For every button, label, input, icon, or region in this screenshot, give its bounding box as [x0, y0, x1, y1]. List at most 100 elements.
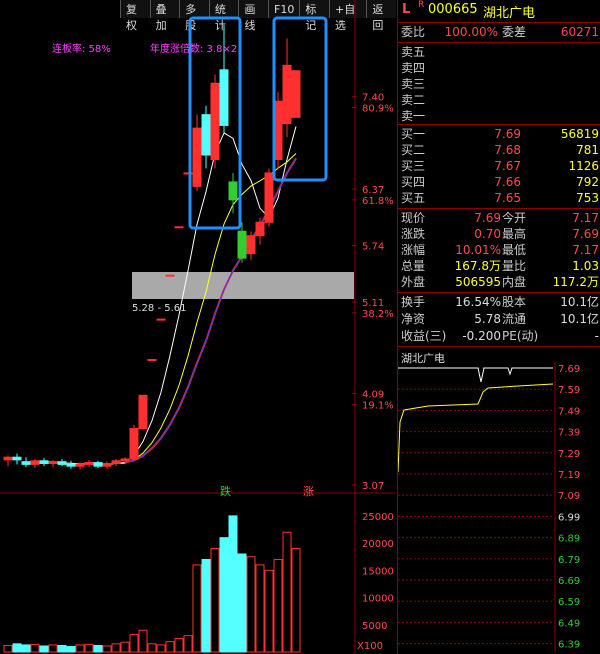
candle-body: [192, 127, 202, 187]
volume-bar: [210, 548, 220, 653]
volume-bar: [201, 558, 211, 653]
zone-label: 5.28 - 5.61: [132, 303, 187, 314]
intraday-axis-label: 6.59: [558, 597, 580, 608]
weicha-value: 60271: [560, 25, 599, 39]
volume-axis-label: 25000: [362, 512, 394, 523]
bid-volume: 753: [576, 191, 599, 205]
bid-price: 7.69: [494, 127, 521, 141]
bid-volume: 792: [576, 175, 599, 189]
intraday-axis-label: 6.89: [558, 534, 580, 545]
ask-label: 卖三: [401, 77, 426, 91]
candle-body: [21, 461, 31, 465]
volume-bar: [3, 644, 13, 653]
stat-label: 最低: [502, 243, 527, 257]
l-marker: L: [402, 2, 411, 17]
intraday-axis-label: 6.79: [558, 555, 580, 566]
intraday-axis-label: 6.99: [558, 512, 580, 523]
stat-value: 16.54%: [455, 295, 501, 309]
weicha-label: 委差: [502, 25, 527, 39]
volume-bar: [102, 645, 112, 653]
volume-bar: [291, 548, 301, 653]
kline-chart[interactable]: 7.4080.9% 6.3761.8% 5.74 5.1138.2% 4.0919.1%…: [0, 0, 396, 654]
volume-bar: [237, 553, 247, 653]
ask-row: 卖二: [398, 92, 600, 108]
candle-body: [201, 114, 211, 156]
volume-axis-label: 15000: [362, 566, 394, 577]
intraday-axis-label: 7.59: [558, 385, 580, 396]
candle-body: [84, 462, 94, 465]
candle-body: [156, 318, 166, 321]
intraday-axis-label: 7.49: [558, 406, 580, 417]
candle-body: [129, 428, 139, 460]
volume-bar: [228, 515, 238, 653]
ask-row: 卖一: [398, 108, 600, 124]
volume-bar: [147, 643, 157, 653]
price-axis-label: 7.40: [362, 93, 384, 104]
stat-value: 7.69: [474, 211, 501, 225]
candle-body: [165, 274, 175, 277]
bid-label: 买四: [401, 175, 426, 189]
bid-row: 买五 7.65 753: [398, 190, 600, 206]
volume-bar: [75, 644, 85, 653]
stat-value: 7.17: [572, 243, 599, 257]
stat-row: 涨幅 10.01% 最低 7.17: [398, 242, 600, 258]
stat-row: 外盘 506595 内盘 117.2万: [398, 274, 600, 290]
bid-price: 7.67: [494, 159, 521, 173]
stat-label: 现价: [401, 211, 426, 225]
price-axis-label: 80.9%: [362, 103, 394, 114]
bid-label: 买五: [401, 191, 426, 205]
ask-row: 卖三: [398, 76, 600, 92]
intraday-axis-label: 7.29: [558, 449, 580, 460]
stock-header: L R 000665 湖北广电: [398, 0, 600, 21]
volume-bar: [156, 644, 166, 653]
ask-row: 卖五: [398, 44, 600, 60]
price-axis-label: 19.1%: [362, 400, 394, 411]
volume-bar: [264, 569, 274, 653]
candle-body: [138, 394, 148, 430]
volume-bar: [246, 556, 256, 653]
volume-axis-label: 10000: [362, 594, 394, 605]
ask-label: 卖一: [401, 109, 426, 123]
annual-gain-label: 年度涨倍数: 3.8×2: [150, 44, 238, 55]
candle-body: [12, 456, 22, 461]
candle-body: [102, 462, 112, 467]
stat-label: 换手: [401, 295, 426, 309]
price-axis-label: 5.74: [362, 242, 384, 253]
stat-label: 净资: [401, 312, 426, 326]
stat-value: 167.8万: [454, 259, 501, 273]
bid-label: 买二: [401, 143, 426, 157]
volume-bar: [111, 643, 121, 653]
volume-bar: [120, 641, 130, 653]
stat-row: 总量 167.8万 量比 1.03: [398, 258, 600, 274]
intraday-chart[interactable]: 7.69 7.59 7.49 7.39 7.29 7.19 7.09 6.99 6.89 6.79…: [398, 362, 600, 652]
volume-bar: [192, 564, 202, 653]
stat-value: 10.1亿: [560, 295, 599, 309]
kline-panel[interactable]: 复权 叠加 多股 统计 画线 F10 标记 +自选 返回 7.40 80.9% 6.37 61.8% 5…: [0, 0, 396, 654]
candle-body: [237, 230, 247, 259]
stat-value: 7.69: [572, 227, 599, 241]
volume-bar: [174, 637, 184, 653]
stat-label: 股本: [502, 295, 527, 309]
stat-value: 117.2万: [552, 275, 599, 289]
volume-bar: [39, 645, 49, 653]
volume-bar: [219, 537, 229, 653]
candle-body: [39, 460, 49, 464]
ask-label: 卖二: [401, 93, 426, 107]
bid-price: 7.68: [494, 143, 521, 157]
stat-label: 涨跌: [401, 227, 426, 241]
bid-row: 买三 7.67 1126: [398, 158, 600, 174]
bid-volume: 781: [576, 143, 599, 157]
zhang-label: 涨: [303, 485, 314, 498]
stat-value: 5.78: [474, 312, 501, 326]
stat-value: 1.03: [572, 259, 599, 273]
bid-row: 买二 7.68 781: [398, 142, 600, 158]
volume-bar: [48, 644, 58, 653]
stat-label: 总量: [401, 259, 426, 273]
candle-body: [30, 460, 40, 465]
stat-value: 7.17: [572, 211, 599, 225]
intraday-axis-label: 7.69: [558, 364, 580, 375]
candle-body: [246, 235, 256, 255]
candle-body: [120, 458, 130, 462]
candle-body: [75, 463, 85, 467]
volume-bar: [30, 643, 40, 653]
